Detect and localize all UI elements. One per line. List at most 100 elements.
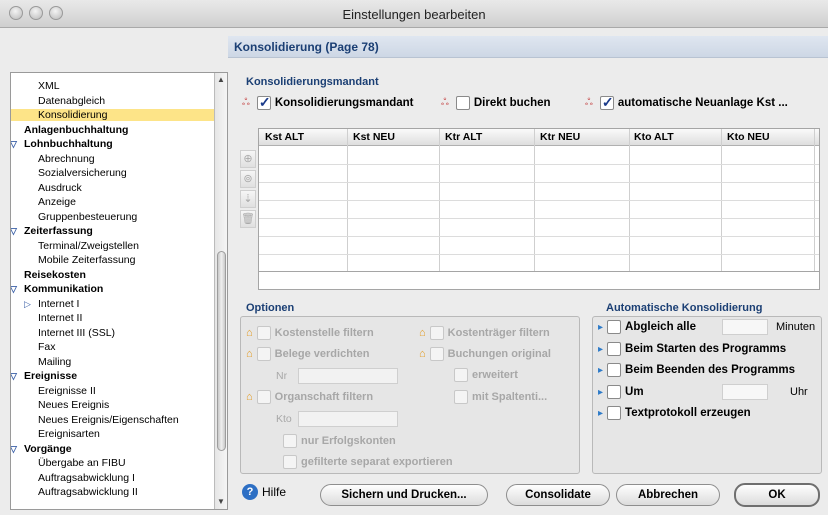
tree-item-label: Abrechnung	[38, 152, 95, 165]
buchungen-checkbox[interactable]	[429, 347, 444, 361]
settings-tree[interactable]: XML Datenabgleich Konsolidierung Anlagenbuc…	[10, 72, 228, 510]
belege-checkbox[interactable]	[256, 347, 271, 361]
tree-item[interactable]: Sozialversicherung	[11, 167, 216, 179]
tree-item[interactable]: XML	[11, 80, 216, 92]
neuanlage-checkbox[interactable]	[599, 94, 614, 111]
col-ktr-neu[interactable]: Ktr NEU	[540, 131, 580, 143]
disclosure-down-icon[interactable]: ▽	[11, 225, 17, 237]
tree-item[interactable]: Datenabgleich	[11, 95, 216, 107]
tree-item[interactable]: Ereignisse II	[11, 385, 216, 397]
title-bar: Einstellungen bearbeiten	[0, 0, 828, 28]
starten-checkbox[interactable]	[607, 342, 622, 356]
tree-item-label: Zeiterfassung	[24, 225, 93, 237]
tree-item[interactable]: Terminal/Zweigstellen	[11, 240, 216, 252]
tree-item[interactable]: Internet III (SSL)	[11, 327, 216, 339]
tree-item[interactable]: Mailing	[11, 356, 216, 368]
trash-icon[interactable]: 🗑	[240, 210, 256, 228]
tree-item[interactable]: Abrechnung	[11, 153, 216, 165]
tree-item-label: Lohnbuchhaltung	[24, 138, 113, 150]
protokoll-checkbox[interactable]	[607, 406, 622, 420]
uhr-field[interactable]	[722, 384, 768, 400]
nr-field[interactable]	[298, 368, 398, 384]
disclosure-down-icon[interactable]: ▽	[11, 370, 17, 382]
abgleich-checkbox[interactable]	[607, 320, 622, 334]
disclosure-down-icon[interactable]: ▽	[11, 443, 17, 455]
tree-item[interactable]: ▽ Zeiterfassung	[11, 225, 216, 237]
scrollbar-thumb[interactable]	[217, 251, 226, 451]
help-icon[interactable]: ?	[242, 484, 258, 500]
ok-button[interactable]: OK	[734, 483, 820, 507]
tree-item[interactable]: Neues Ereignis	[11, 399, 216, 411]
mapping-table[interactable]: Kst ALT Kst NEU Ktr ALT Ktr NEU Kto ALT …	[258, 128, 820, 290]
help-link[interactable]: ? Hilfe	[242, 484, 286, 500]
col-kto-neu[interactable]: Kto NEU	[727, 131, 770, 143]
erfolgskonten-checkbox[interactable]	[283, 434, 297, 448]
tree-item[interactable]: ▽ Lohnbuchhaltung	[11, 138, 216, 150]
nr-label: Nr	[276, 370, 288, 382]
disclosure-down-icon[interactable]: ▽	[11, 283, 17, 295]
tree-item[interactable]: Reisekosten	[11, 269, 216, 281]
kostenstelle-checkbox[interactable]	[256, 326, 271, 340]
uhr-label: Uhr	[790, 386, 808, 398]
tree-scrollbar[interactable]: ▲ ▼	[214, 73, 227, 509]
tree-item[interactable]: Anlagenbuchhaltung	[11, 124, 216, 136]
tree-item-label: Mailing	[38, 355, 72, 368]
tree-item[interactable]: Internet II	[11, 312, 216, 324]
tree-item[interactable]: Auftragsabwicklung II	[11, 486, 216, 498]
minuten-label: Minuten	[776, 321, 816, 333]
tree-item[interactable]: ▽ Ereignisse	[11, 370, 216, 382]
direkt-buchen-checkbox[interactable]	[455, 96, 470, 110]
erweitert-checkbox[interactable]	[454, 368, 468, 382]
beenden-label: Beim Beenden des Programms	[625, 364, 796, 376]
spaltentitel-checkbox[interactable]	[454, 390, 468, 404]
tree-item[interactable]: Auftragsabwicklung I	[11, 472, 216, 484]
col-kto-alt[interactable]: Kto ALT	[634, 131, 674, 143]
tree-item[interactable]: Konsolidierung	[11, 109, 216, 121]
tree-item[interactable]: Anzeige	[11, 196, 216, 208]
tree-item[interactable]: Ereignisarten	[11, 428, 216, 440]
beenden-checkbox[interactable]	[607, 363, 622, 377]
abbrechen-button[interactable]: Abbrechen	[616, 484, 720, 506]
duplicate-row-icon[interactable]: ⊚	[240, 170, 256, 188]
tree-item-label: Konsolidierung	[38, 109, 108, 121]
tree-item-label: Vorgänge	[24, 442, 72, 455]
move-icon[interactable]: ⇣	[240, 190, 256, 208]
kostenstelle-label: Kostenstelle filtern	[274, 327, 374, 339]
warning-icon: ⌂	[246, 348, 253, 360]
tree-item[interactable]: Fax	[11, 341, 216, 353]
tree-item-label: Terminal/Zweigstellen	[38, 239, 139, 252]
group-icon: ஃ	[441, 97, 449, 108]
tree-item-label: Ereignisse II	[38, 384, 96, 397]
minuten-field[interactable]	[722, 319, 768, 335]
tree-item-label: Ereignisse	[24, 370, 78, 382]
organschaft-checkbox[interactable]	[256, 390, 271, 404]
scroll-up-icon[interactable]: ▲	[217, 75, 225, 84]
tree-item[interactable]: Übergabe an FIBU	[11, 457, 216, 469]
disclosure-right-icon[interactable]: ▷	[24, 298, 31, 310]
kostentraeger-checkbox[interactable]	[429, 326, 444, 340]
separat-checkbox[interactable]	[283, 455, 297, 469]
tree-item[interactable]: ▽ Kommunikation	[11, 283, 216, 295]
tree-item[interactable]: Neues Ereignis/Eigenschaften	[11, 414, 216, 426]
tree-item[interactable]: Ausdruck	[11, 182, 216, 194]
sichern-drucken-button[interactable]: Sichern und Drucken...	[320, 484, 488, 506]
scroll-down-icon[interactable]: ▼	[217, 497, 225, 506]
add-row-icon[interactable]: ⊕	[240, 150, 256, 168]
disclosure-down-icon[interactable]: ▽	[11, 138, 17, 150]
konsolidierungsmandant-checkbox[interactable]	[256, 94, 271, 111]
col-ktr-alt[interactable]: Ktr ALT	[445, 131, 482, 143]
tree-item-label: Mobile Zeiterfassung	[38, 254, 136, 266]
warning-icon: ⌂	[246, 391, 253, 403]
tree-item[interactable]: ▽ Vorgänge	[11, 443, 216, 455]
tree-item[interactable]: ▷ Internet I	[11, 298, 216, 310]
warning-icon: ⌂	[419, 348, 426, 360]
tree-item-label: Sozialversicherung	[38, 167, 127, 179]
tree-item[interactable]: Gruppenbesteuerung	[11, 211, 216, 223]
col-kst-alt[interactable]: Kst ALT	[265, 131, 304, 143]
consolidate-button[interactable]: Consolidate	[506, 484, 610, 506]
help-label: Hilfe	[262, 485, 287, 499]
col-kst-neu[interactable]: Kst NEU	[353, 131, 395, 143]
kto-field[interactable]	[298, 411, 398, 427]
tree-item[interactable]: Mobile Zeiterfassung	[11, 254, 216, 266]
um-checkbox[interactable]	[607, 385, 622, 399]
